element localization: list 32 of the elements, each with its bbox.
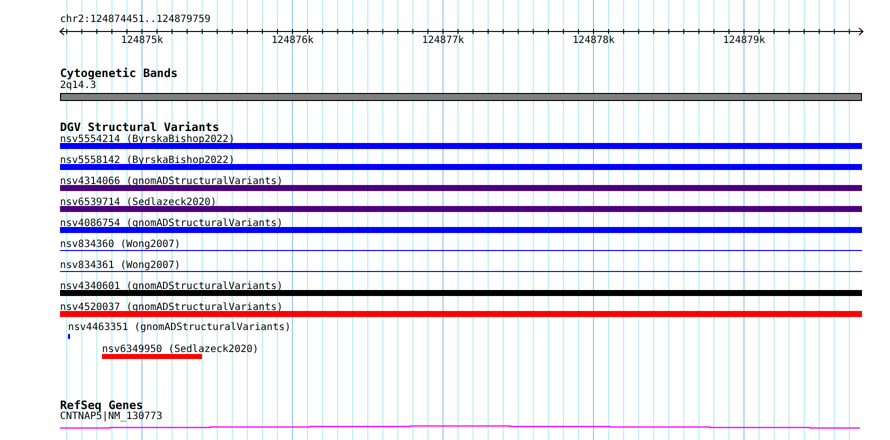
ruler-tick-label: 124876k (272, 36, 314, 46)
variant-label: nsv4086754 (gnomADStructuralVariants) (60, 219, 283, 229)
ruler-tick-label: 124877k (422, 36, 464, 46)
variant-label: nsv4314066 (gnomADStructuralVariants) (60, 177, 283, 187)
variant-label: nsv4340601 (gnomADStructuralVariants) (60, 282, 283, 292)
track-title: RefSeq Genes (60, 400, 144, 412)
variant-bar[interactable] (60, 185, 862, 191)
variant-bar[interactable] (60, 290, 862, 296)
locus-label: chr2:124874451..124879759 (60, 15, 211, 25)
variant-label: nsv834361 (Wong2007) (60, 261, 180, 271)
variant-bar[interactable] (60, 227, 862, 233)
variant-label: nsv4520037 (gnomADStructuralVariants) (60, 303, 283, 313)
band-label: 2q14.3 (60, 81, 96, 91)
ruler-tick-label: 124878k (572, 36, 615, 46)
cytoband-bar[interactable] (60, 93, 862, 101)
gene-model[interactable] (60, 425, 860, 429)
ruler-tick-label: 124875k (121, 36, 164, 46)
variant-label: nsv834360 (Wong2007) (60, 240, 180, 250)
variant-bar[interactable] (60, 206, 862, 212)
variant-label: nsv6349950 (Sedlazeck2020) (102, 345, 259, 355)
track-title: Cytogenetic Bands (60, 68, 178, 80)
variant-label: nsv5554214 (ByrskaBishop2022) (60, 135, 235, 145)
variant-label: nsv4463351 (gnomADStructuralVariants) (68, 323, 291, 333)
variant-bar[interactable] (60, 164, 862, 170)
variant-bar[interactable] (102, 354, 202, 359)
track-title: DGV Structural Variants (60, 122, 220, 134)
variant-bar[interactable] (60, 311, 862, 317)
variant-bar[interactable] (60, 143, 862, 149)
ruler-tick-label: 124879k (723, 36, 766, 46)
variant-label: nsv6539714 (Sedlazeck2020) (60, 198, 217, 208)
variant-label: nsv5558142 (ByrskaBishop2022) (60, 156, 235, 166)
gene-label: CNTNAP5|NM_130773 (60, 412, 162, 422)
